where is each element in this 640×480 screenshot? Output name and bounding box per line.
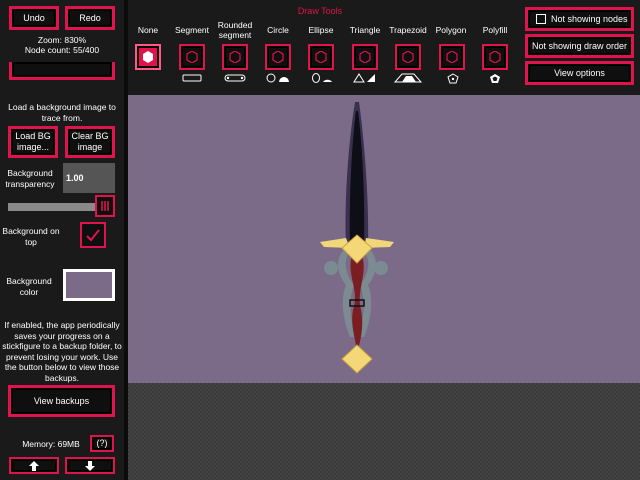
node-count-readout: Node count: 55/400 [24, 45, 100, 55]
dagger-figure [320, 102, 394, 374]
tool-label-ellipse: Ellipse [308, 25, 334, 35]
view-options-button[interactable]: View options [525, 61, 634, 85]
hexagon-icon [186, 51, 198, 63]
move-down-button[interactable] [65, 457, 115, 474]
tool-none-button[interactable] [135, 44, 161, 70]
hexagon-icon [446, 51, 458, 63]
load-bg-button[interactable]: Load BG image... [8, 126, 58, 158]
checkmark-icon [86, 229, 100, 242]
backup-description: If enabled, the app periodically saves y… [2, 320, 122, 383]
nodes-checkbox [536, 14, 546, 24]
hexagon-icon [272, 51, 284, 63]
tool-label-none: None [137, 25, 159, 35]
trapezoid-preview-icon [394, 73, 422, 83]
tool-label-polyfill: Polyfill [482, 25, 508, 35]
move-up-button[interactable] [9, 457, 59, 474]
arrow-down-icon [85, 460, 95, 471]
bg-transparency-value: 1.00 [66, 173, 84, 183]
tool-rounded-segment-button[interactable] [222, 44, 248, 70]
bg-on-top-label: Background on top [2, 226, 60, 247]
polygon-preview-icon [447, 73, 459, 84]
bg-color-label: Background color [6, 276, 52, 297]
tool-label-polygon: Polygon [435, 25, 467, 35]
tool-label-rounded-segment: Rounded segment [217, 20, 253, 40]
segment-preview-icon [182, 74, 202, 82]
hexagon-icon [143, 51, 153, 63]
memory-readout: Memory: 69MB [22, 439, 80, 449]
tool-label-triangle: Triangle [349, 25, 381, 35]
arrow-up-icon [29, 460, 39, 471]
tool-triangle-button[interactable] [352, 44, 378, 70]
hexagon-icon [402, 51, 414, 63]
tool-polyfill-button[interactable] [482, 44, 508, 70]
grip-core [350, 255, 364, 353]
toggle-draw-order-button[interactable]: Not showing draw order [525, 34, 634, 58]
zoom-readout: Zoom: 830% [37, 35, 87, 45]
rounded-segment-preview-icon [224, 74, 246, 82]
drawing-canvas[interactable] [128, 95, 640, 383]
triangle-preview-icon [353, 73, 375, 83]
collapsed-panel-button[interactable] [9, 62, 115, 80]
toggle-nodes-button[interactable]: Not showing nodes [525, 7, 634, 31]
view-backups-button[interactable]: View backups [8, 385, 115, 417]
slider-handle[interactable] [95, 195, 115, 217]
hexagon-icon [315, 51, 327, 63]
bg-on-top-checkbox[interactable] [80, 222, 106, 248]
tool-label-circle: Circle [267, 25, 289, 35]
bg-hint-text: Load a background image to trace from. [8, 102, 116, 123]
canvas-overflow-area [128, 383, 640, 480]
tool-trapezoid-button[interactable] [395, 44, 421, 70]
bottom-gem [341, 344, 373, 374]
tool-label-segment: Segment [174, 25, 210, 35]
tool-circle-button[interactable] [265, 44, 291, 70]
sidebar: Undo Redo Zoom: 830% Node count: 55/400 … [0, 0, 124, 480]
tool-label-trapezoid: Trapezoid [389, 25, 427, 35]
bg-color-swatch[interactable] [63, 269, 115, 301]
draw-tools-title: Draw Tools [297, 6, 343, 16]
ornament-right [374, 261, 388, 275]
tool-segment-button[interactable] [179, 44, 205, 70]
grip-icon [101, 201, 109, 211]
hexagon-icon [359, 51, 371, 63]
tool-ellipse-button[interactable] [308, 44, 334, 70]
ornament-left [324, 261, 338, 275]
polyfill-preview-icon [490, 74, 500, 83]
circle-preview-icon [266, 73, 289, 83]
hexagon-icon [489, 51, 501, 63]
tool-polygon-button[interactable] [439, 44, 465, 70]
undo-button[interactable]: Undo [9, 6, 59, 30]
clear-bg-button[interactable]: Clear BG image [65, 126, 115, 158]
hexagon-icon [229, 51, 241, 63]
ellipse-preview-icon [312, 73, 332, 83]
bg-transparency-field[interactable]: 1.00 [63, 163, 115, 193]
memory-help-button[interactable]: (?) [90, 435, 114, 452]
bg-transparency-label: Background transparency [5, 168, 55, 189]
draw-toolbar: Draw Tools None Segment Rounded segment … [128, 0, 640, 92]
toggle-nodes-label: Not showing nodes [551, 13, 628, 24]
redo-button[interactable]: Redo [65, 6, 115, 30]
